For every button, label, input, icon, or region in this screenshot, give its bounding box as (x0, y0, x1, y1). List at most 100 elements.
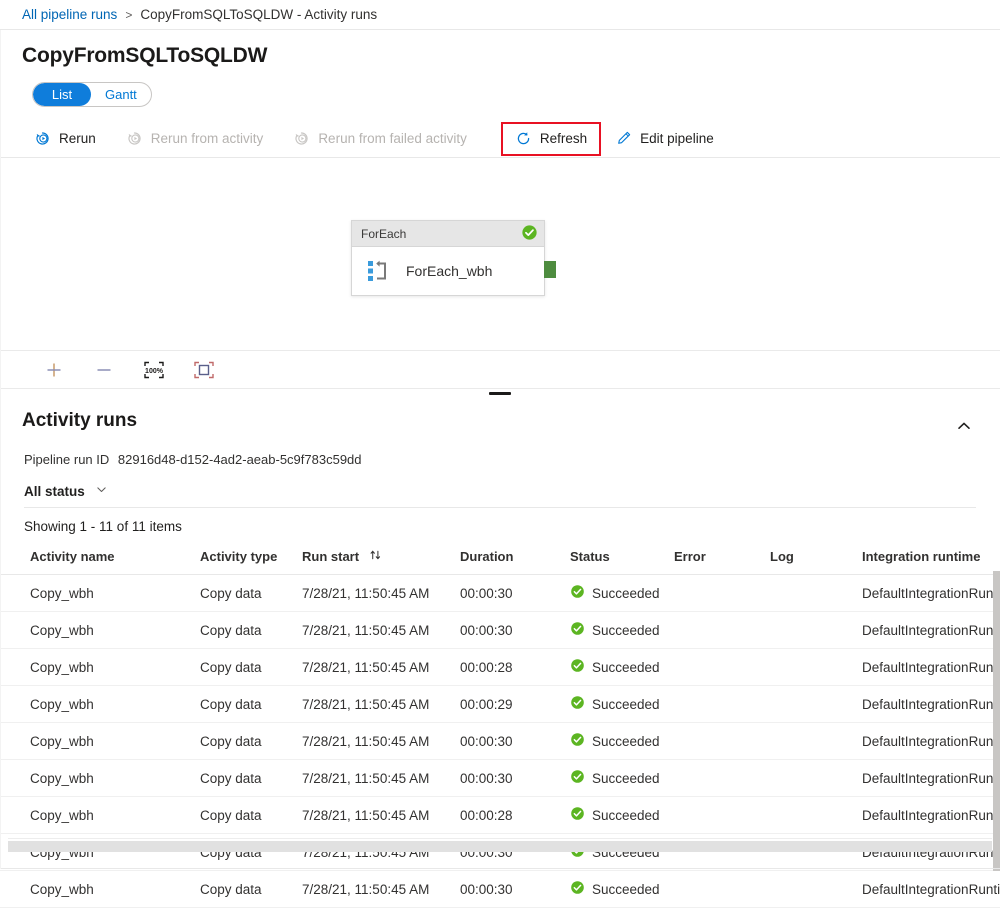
table-horizontal-scrollbar[interactable] (8, 841, 992, 852)
window-left-edge (0, 30, 1, 869)
table-row[interactable]: Copy_wbh Copy data 7/28/21, 11:50:45 AM … (0, 649, 1000, 686)
splitter-grip[interactable] (489, 392, 511, 395)
column-header-activity-name[interactable]: Activity name (0, 543, 200, 575)
cell-activity-type: Copy data (200, 686, 302, 723)
table-row[interactable]: Copy_wbh Copy data 7/28/21, 11:50:45 AM … (0, 612, 1000, 649)
rerun-button[interactable]: Rerun (32, 124, 98, 154)
collapse-panel-button[interactable] (950, 414, 978, 442)
status-filter-dropdown[interactable]: All status (24, 483, 108, 499)
cell-run-start: 7/28/21, 11:50:45 AM (302, 797, 460, 834)
table-row[interactable]: Copy_wbh Copy data 7/28/21, 11:50:45 AM … (0, 871, 1000, 908)
rerun-from-activity-button: Rerun from activity (124, 124, 266, 154)
zoom-out-button[interactable] (92, 358, 116, 382)
status-success-icon (570, 695, 585, 713)
table-row[interactable]: Copy_wbh Copy data 7/28/21, 11:50:45 AM … (0, 575, 1000, 612)
column-header-status[interactable]: Status (570, 543, 674, 575)
horizontal-scrollbar-thumb[interactable] (8, 841, 953, 852)
pipeline-canvas[interactable]: ForEach (0, 158, 1000, 350)
cell-activity-name: Copy_wbh (0, 575, 200, 612)
cell-activity-type: Copy data (200, 649, 302, 686)
breadcrumb-current: CopyFromSQLToSQLDW - Activity runs (140, 7, 377, 22)
cell-activity-name: Copy_wbh (0, 649, 200, 686)
toggle-option-list[interactable]: List (33, 83, 91, 106)
cell-activity-type: Copy data (200, 575, 302, 612)
cell-status: Succeeded (570, 834, 674, 871)
cell-duration: 00:00:28 (460, 797, 570, 834)
node-type-label: ForEach (361, 227, 406, 241)
column-header-run-start[interactable]: Run start (302, 543, 460, 575)
pipeline-run-id-value: 82916d48-d152-4ad2-aeab-5c9f783c59dd (118, 452, 362, 467)
activity-node-foreach[interactable]: ForEach (351, 220, 545, 296)
cell-run-start: 7/28/21, 11:50:45 AM (302, 871, 460, 908)
breadcrumb-all-pipeline-runs[interactable]: All pipeline runs (22, 7, 117, 22)
table-vertical-scrollbar[interactable] (993, 571, 1000, 871)
sort-arrows-icon (369, 549, 382, 564)
cell-run-start: 7/28/21, 11:50:45 AM (302, 686, 460, 723)
filter-row: All status (24, 483, 976, 508)
activity-runs-page: All pipeline runs > CopyFromSQLToSQLDW -… (0, 0, 1000, 869)
cell-status: Succeeded (570, 649, 674, 686)
status-success-icon (570, 658, 585, 676)
column-header-error[interactable]: Error (674, 543, 770, 575)
cell-activity-type: Copy data (200, 797, 302, 834)
refresh-button[interactable]: Refresh (503, 124, 599, 154)
cell-duration: 00:00:30 (460, 871, 570, 908)
cell-integration-runtime: DefaultIntegrationRuntime (862, 797, 1000, 834)
cell-error (674, 834, 770, 871)
cell-activity-name: Copy_wbh (0, 612, 200, 649)
chevron-up-icon (956, 418, 972, 439)
zoom-in-button[interactable] (42, 358, 66, 382)
cell-status: Succeeded (570, 686, 674, 723)
node-output-port[interactable] (544, 261, 556, 278)
column-header-integration-runtime[interactable]: Integration runtime (862, 543, 1000, 575)
table-row[interactable]: Copy_wbh Copy data 7/28/21, 11:50:45 AM … (0, 834, 1000, 871)
node-name-label: ForEach_wbh (406, 263, 492, 279)
toolbar: Rerun Rerun from activity (0, 120, 1000, 158)
cell-integration-runtime: DefaultIntegrationRuntime (862, 612, 1000, 649)
status-success-icon (570, 769, 585, 787)
cell-log (770, 797, 862, 834)
cell-log (770, 612, 862, 649)
activity-runs-header: Activity runs (0, 398, 1000, 442)
toggle-option-gantt[interactable]: Gantt (91, 83, 151, 106)
zoom-reset-button[interactable]: 100% (142, 358, 166, 382)
status-success-icon (570, 732, 585, 750)
table-row[interactable]: Copy_wbh Copy data 7/28/21, 11:50:45 AM … (0, 723, 1000, 760)
fit-to-screen-button[interactable] (192, 358, 216, 382)
status-success-icon (570, 621, 585, 639)
table-row[interactable]: Copy_wbh Copy data 7/28/21, 11:50:45 AM … (0, 797, 1000, 834)
cell-activity-name: Copy_wbh (0, 797, 200, 834)
cell-log (770, 760, 862, 797)
cell-activity-type: Copy data (200, 871, 302, 908)
column-header-duration[interactable]: Duration (460, 543, 570, 575)
foreach-loop-icon (366, 257, 392, 286)
panel-splitter[interactable] (0, 388, 1000, 398)
cell-log (770, 723, 862, 760)
column-header-activity-type[interactable]: Activity type (200, 543, 302, 575)
canvas-controls: 100% (0, 350, 1000, 388)
table-row[interactable]: Copy_wbh Copy data 7/28/21, 11:50:45 AM … (0, 686, 1000, 723)
cell-integration-runtime: DefaultIntegrationRuntime (862, 686, 1000, 723)
breadcrumb-separator: > (125, 8, 132, 22)
chevron-down-icon (95, 483, 108, 499)
cell-run-start: 7/28/21, 11:50:45 AM (302, 575, 460, 612)
column-header-log[interactable]: Log (770, 543, 862, 575)
breadcrumb: All pipeline runs > CopyFromSQLToSQLDW -… (0, 0, 1000, 30)
cell-duration: 00:00:30 (460, 834, 570, 871)
table-header-row: Activity name Activity type Run start Du… (0, 543, 1000, 575)
cell-integration-runtime: DefaultIntegrationRuntime (862, 760, 1000, 797)
cell-duration: 00:00:28 (460, 649, 570, 686)
rerun-from-activity-label: Rerun from activity (151, 131, 264, 146)
cell-error (674, 797, 770, 834)
table-row[interactable]: Copy_wbh Copy data 7/28/21, 11:50:45 AM … (0, 760, 1000, 797)
edit-pipeline-button[interactable]: Edit pipeline (613, 124, 716, 154)
column-header-run-start-label: Run start (302, 549, 359, 564)
cell-log (770, 575, 862, 612)
node-header: ForEach (352, 221, 544, 247)
table-bottom-divider (8, 838, 992, 839)
cell-error (674, 612, 770, 649)
cell-activity-type: Copy data (200, 723, 302, 760)
status-label: Succeeded (592, 623, 660, 638)
cell-integration-runtime: DefaultIntegrationRuntime (862, 649, 1000, 686)
cell-integration-runtime: DefaultIntegrationRuntime (862, 723, 1000, 760)
